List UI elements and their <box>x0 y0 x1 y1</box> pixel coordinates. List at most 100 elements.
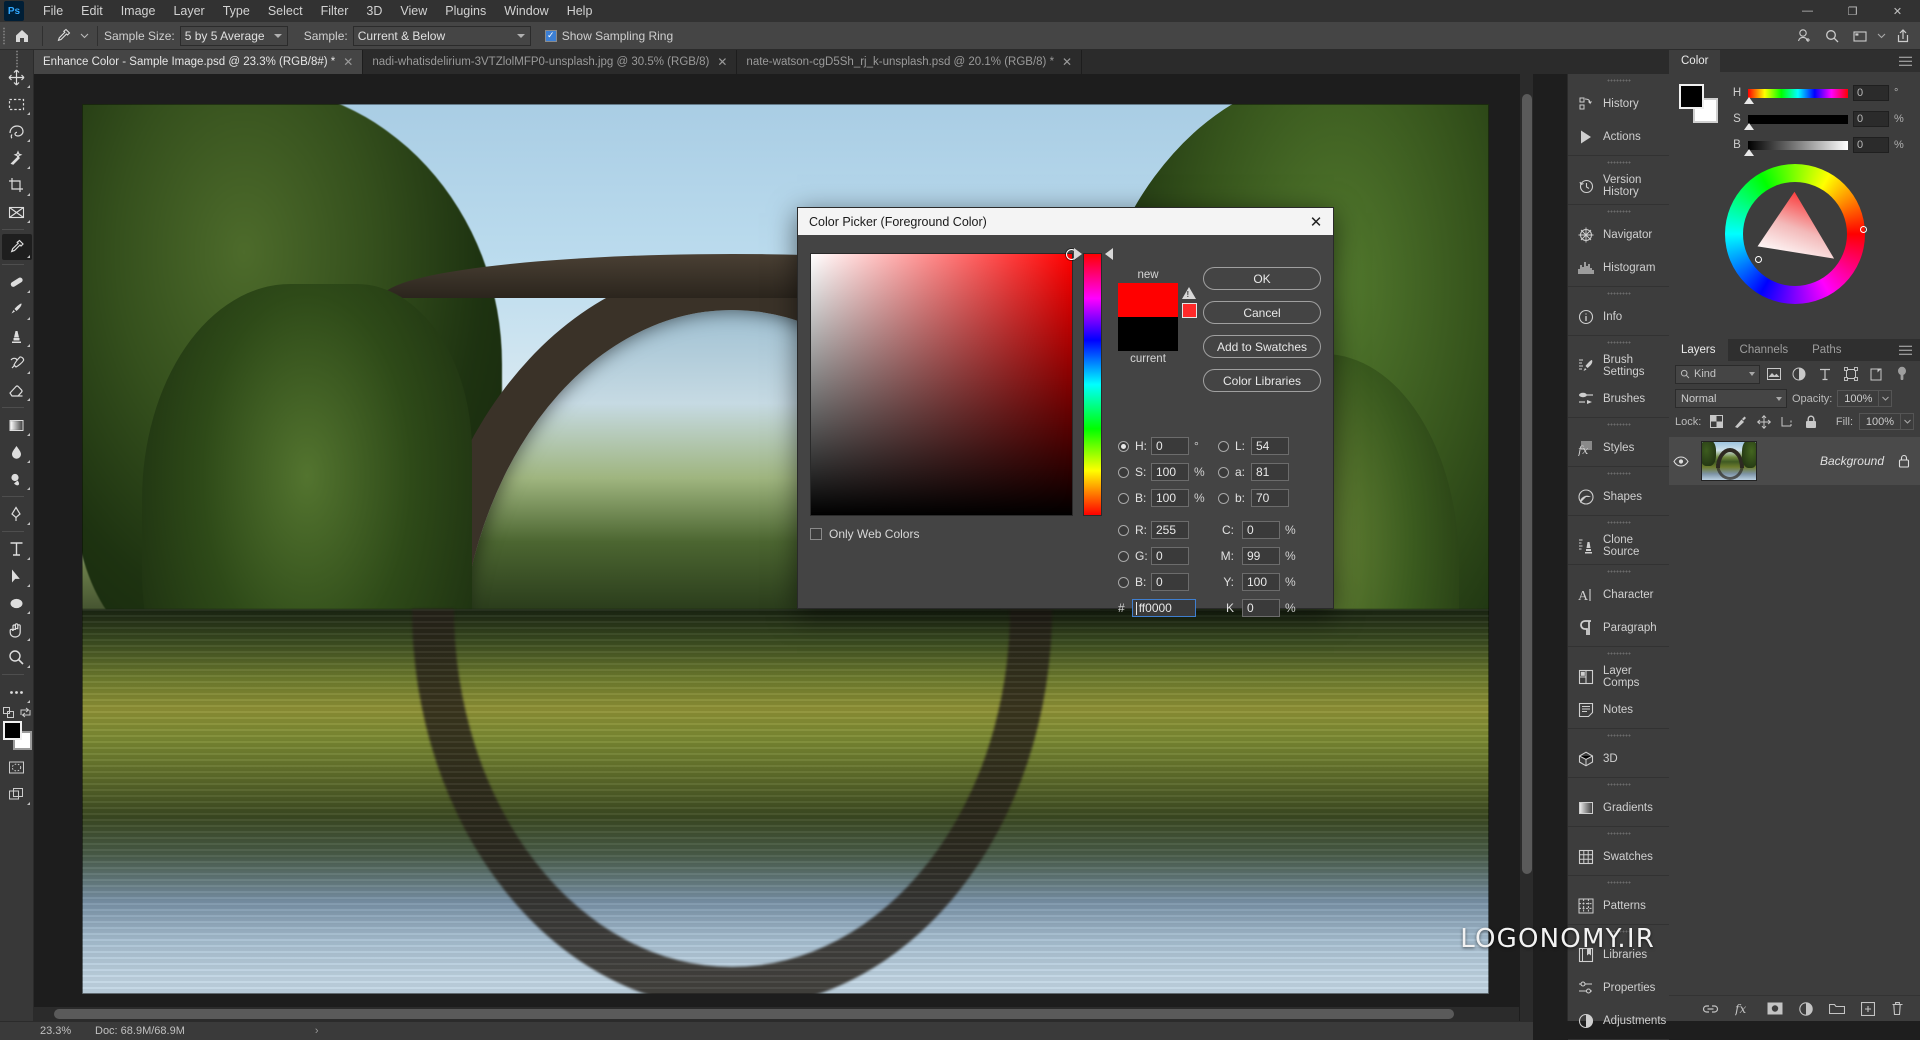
lab-input-a[interactable]: 81 <box>1251 463 1289 481</box>
radio-lab-a[interactable] <box>1218 466 1229 478</box>
pen-tool[interactable] <box>2 501 32 527</box>
tab-paths[interactable]: Paths <box>1800 339 1853 361</box>
workspace-icon[interactable] <box>1791 23 1817 49</box>
dock-item-actions[interactable]: Actions <box>1568 120 1669 153</box>
hex-input[interactable]: ff0000 <box>1131 599 1196 617</box>
path-selection-tool[interactable] <box>2 563 32 589</box>
hsb-input-h[interactable]: 0 <box>1151 437 1189 455</box>
dock-group-grip[interactable] <box>1568 565 1669 578</box>
new-color-swatch[interactable] <box>1118 283 1178 317</box>
eye-icon[interactable] <box>1669 455 1693 467</box>
rgb-input-0[interactable]: 255 <box>1151 521 1189 539</box>
close-window-button[interactable]: ✕ <box>1875 0 1920 22</box>
canvas-horizontal-scrollbar[interactable] <box>34 1007 1519 1021</box>
lock-icon[interactable] <box>1898 454 1910 468</box>
radio-lab-l[interactable] <box>1218 440 1229 452</box>
menu-window[interactable]: Window <box>495 1 557 21</box>
rgb-input-1[interactable]: 0 <box>1151 547 1189 565</box>
cmyk-input-m[interactable]: 99 <box>1242 547 1280 565</box>
hsb-input-b[interactable]: 100 <box>1151 489 1189 507</box>
filter-toggle-icon[interactable] <box>1890 364 1914 384</box>
menu-plugins[interactable]: Plugins <box>436 1 495 21</box>
panel-icon[interactable] <box>1847 23 1873 49</box>
healing-brush-tool[interactable] <box>2 269 32 295</box>
only-web-colors-row[interactable]: Only Web Colors <box>810 527 919 541</box>
dock-item-3d[interactable]: 3D <box>1568 742 1669 775</box>
color-slider-value[interactable]: 0 <box>1853 111 1889 127</box>
color-picker-dialog[interactable]: Color Picker (Foreground Color) ✕ Only W… <box>797 207 1334 617</box>
scroll-thumb-horizontal[interactable] <box>54 1009 1454 1019</box>
cancel-button[interactable]: Cancel <box>1203 301 1321 324</box>
panel-menu-icon[interactable] <box>1899 343 1912 358</box>
layer-mask-icon[interactable] <box>1767 1002 1783 1015</box>
move-tool[interactable] <box>2 64 32 90</box>
dock-group-grip[interactable] <box>1568 647 1669 660</box>
hue-marker[interactable] <box>1859 226 1867 233</box>
dialog-title-bar[interactable]: Color Picker (Foreground Color) ✕ <box>798 208 1333 235</box>
dock-item-layer-comps[interactable]: Layer Comps <box>1568 660 1669 693</box>
edit-toolbar-tool[interactable] <box>2 679 32 705</box>
dock-item-clone-source[interactable]: Clone Source <box>1568 529 1669 562</box>
radio-hsb-b[interactable] <box>1118 492 1129 504</box>
color-slider-track[interactable] <box>1744 140 1848 156</box>
magic-wand-tool[interactable] <box>2 145 32 171</box>
color-slider-b[interactable]: B 0% <box>1731 134 1904 156</box>
dock-item-gradients[interactable]: Gradients <box>1568 791 1669 824</box>
panel-menu-icon[interactable] <box>1899 54 1912 69</box>
dock-item-brushes[interactable]: Brushes <box>1568 382 1669 415</box>
menu-image[interactable]: Image <box>112 1 165 21</box>
tool-preset-chevron-icon[interactable] <box>77 23 91 49</box>
out-of-gamut-warning-icon[interactable] <box>1182 287 1202 318</box>
gradient-tool[interactable] <box>2 412 32 438</box>
dock-group-grip[interactable] <box>1568 729 1669 742</box>
menu-file[interactable]: File <box>34 1 72 21</box>
lock-transparency-icon[interactable] <box>1707 412 1725 432</box>
dock-item-notes[interactable]: Notes <box>1568 693 1669 726</box>
close-tab-icon[interactable]: ✕ <box>717 55 727 69</box>
color-slider-h[interactable]: H 0 ° <box>1731 82 1904 104</box>
eyedropper-icon[interactable] <box>49 23 77 49</box>
dodge-tool[interactable] <box>2 466 32 492</box>
dock-group-grip[interactable] <box>1568 418 1669 431</box>
saturation-brightness-field[interactable] <box>810 249 1077 516</box>
color-slider-thumb[interactable] <box>1744 122 1754 130</box>
pixel-filter-icon[interactable] <box>1762 364 1786 384</box>
show-sampling-ring-row[interactable]: ✓ Show Sampling Ring <box>544 29 678 43</box>
menu-edit[interactable]: Edit <box>72 1 112 21</box>
color-libraries-button[interactable]: Color Libraries <box>1203 369 1321 392</box>
dock-item-adjustments[interactable]: Adjustments <box>1568 1004 1669 1037</box>
dock-item-paragraph[interactable]: Paragraph <box>1568 611 1669 644</box>
lab-input-b[interactable]: 70 <box>1251 489 1289 507</box>
lock-artboard-icon[interactable] <box>1778 412 1796 432</box>
chevron-down-icon[interactable] <box>1875 23 1888 49</box>
hsb-input-s[interactable]: 100 <box>1151 463 1189 481</box>
tab-layers[interactable]: Layers <box>1669 339 1728 361</box>
lock-image-icon[interactable] <box>1731 412 1749 432</box>
color-slider-track[interactable] <box>1744 114 1848 130</box>
delete-layer-icon[interactable] <box>1891 1001 1904 1016</box>
rgb-input-2[interactable]: 0 <box>1151 573 1189 591</box>
color-slider-value[interactable]: 0 <box>1853 137 1889 153</box>
cmyk-input-c[interactable]: 0 <box>1242 521 1280 539</box>
dock-item-styles[interactable]: fx Styles <box>1568 431 1669 464</box>
document-tab-2[interactable]: nate-watson-cgD5Sh_rj_k-unsplash.psd @ 2… <box>737 50 1083 74</box>
opacity-value[interactable]: 100% <box>1837 390 1880 407</box>
quick-mask-toggle[interactable] <box>2 754 32 780</box>
share-icon[interactable] <box>1890 23 1916 49</box>
lock-position-icon[interactable] <box>1755 412 1773 432</box>
layer-row-background[interactable]: Background <box>1669 437 1920 485</box>
sample-select[interactable]: Current & Below <box>352 25 531 46</box>
dock-item-character[interactable]: A Character <box>1568 578 1669 611</box>
radio-hsb-s[interactable] <box>1118 466 1129 478</box>
layer-filter-kind-select[interactable]: Kind <box>1675 364 1760 384</box>
layer-thumbnail[interactable] <box>1701 441 1757 481</box>
add-to-swatches-button[interactable]: Add to Swatches <box>1203 335 1321 358</box>
dock-item-brush-settings[interactable]: Brush Settings <box>1568 349 1669 382</box>
opacity-stepper[interactable] <box>1879 390 1893 407</box>
adjustment-layer-icon[interactable] <box>1799 1001 1813 1016</box>
layer-name[interactable]: Background <box>1765 454 1890 468</box>
color-panel-foreground-swatch[interactable] <box>1679 84 1704 109</box>
ok-button[interactable]: OK <box>1203 267 1321 290</box>
canvas-vertical-scrollbar[interactable] <box>1519 74 1533 1021</box>
hand-tool[interactable] <box>2 617 32 643</box>
